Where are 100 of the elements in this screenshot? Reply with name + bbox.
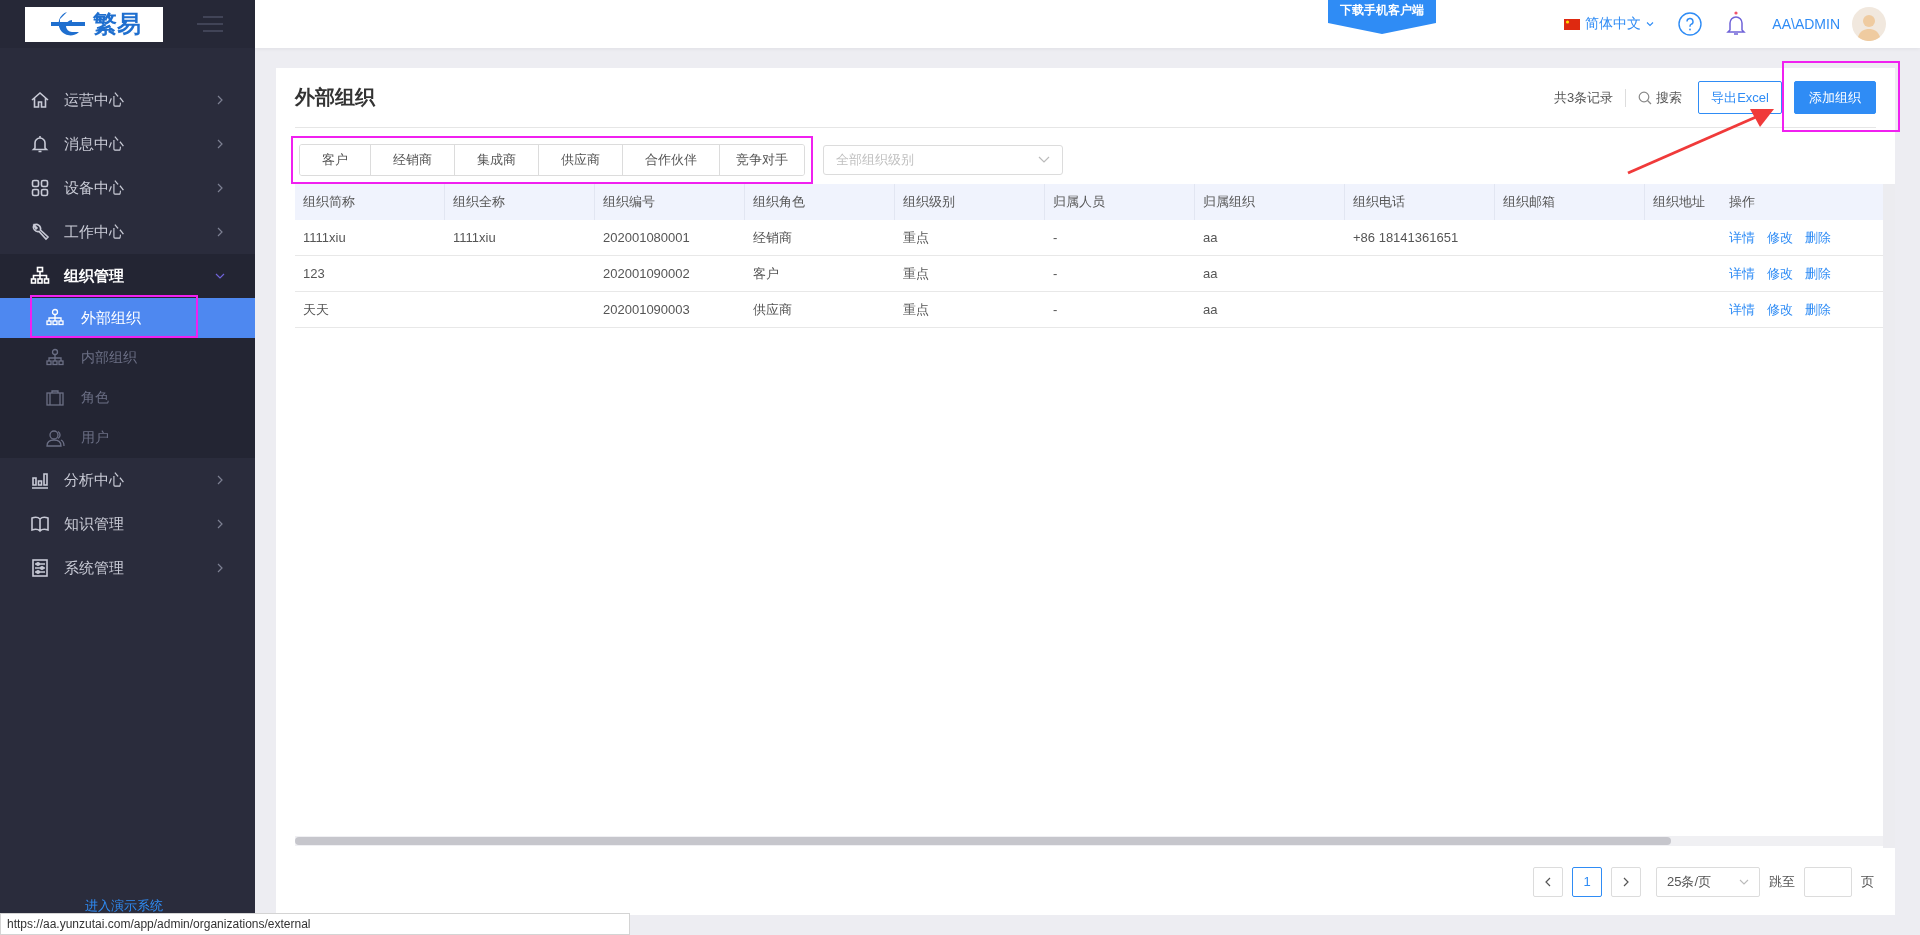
table-cell-text: aa [1202, 230, 1219, 245]
table-cell-text: 1111xiu [302, 230, 347, 245]
page-suffix: 页 [1861, 872, 1874, 891]
demo-link[interactable]: 进入演示系统 [85, 898, 163, 913]
table-cell-text: 重点 [902, 264, 930, 283]
submenu-icon [45, 388, 65, 408]
table-cell-text: 1111xiu [452, 230, 497, 245]
menu-item-icon [30, 266, 50, 286]
caret-icon [1739, 878, 1749, 885]
sidebar-item[interactable]: 设备中心 [0, 166, 255, 210]
row-action-link[interactable]: 删除 [1805, 228, 1831, 247]
table-cell-text: 客户 [752, 264, 780, 283]
record-count: 共3条记录 [1553, 88, 1614, 107]
table-cell-text: 202001080001 [602, 230, 691, 245]
submenu-icon [45, 428, 65, 448]
column-header: 组织级别 [895, 184, 1045, 220]
avatar-icon[interactable] [1852, 7, 1886, 41]
sidebar-subitem[interactable]: 用户 [0, 418, 255, 458]
search-icon [1638, 90, 1653, 105]
page-size-select[interactable]: 25条/页 [1656, 866, 1760, 897]
table-cell-text: 经销商 [752, 228, 793, 247]
chevron-icon [215, 183, 225, 193]
sidebar-item[interactable]: 分析中心 [0, 458, 255, 502]
row-action-link[interactable]: 删除 [1805, 264, 1831, 283]
search-button[interactable]: 搜索 [1638, 88, 1683, 107]
scrollbar-thumb[interactable] [295, 837, 1671, 845]
row-action-link[interactable]: 修改 [1767, 264, 1793, 283]
table-cell-text: 供应商 [752, 300, 793, 319]
page-input[interactable] [1804, 866, 1852, 897]
download-banner[interactable]: 下载手机客户端 [1328, 0, 1436, 34]
table-cell-text: - [1052, 266, 1059, 281]
chevron-icon [215, 563, 225, 573]
export-button[interactable]: 导出Excel [1698, 81, 1782, 114]
sidebar-item[interactable]: 系统管理 [0, 546, 255, 590]
chevron-right-icon [1622, 876, 1630, 887]
menu-item-icon [30, 514, 50, 534]
table-cell-text: - [1052, 230, 1059, 245]
table-cell-text: 天天 [302, 300, 330, 319]
sidebar-subitem[interactable]: 内部组织 [0, 338, 255, 378]
menu-item-icon [30, 178, 50, 198]
row-action-link[interactable]: 详情 [1729, 264, 1755, 283]
page-button[interactable]: 1 [1572, 866, 1602, 897]
jump-label: 跳至 [1769, 872, 1795, 891]
column-header: 组织邮箱 [1495, 184, 1645, 220]
chevron-icon [215, 95, 225, 105]
sidebar-item[interactable]: 工作中心 [0, 210, 255, 254]
column-header: 组织电话 [1345, 184, 1495, 220]
row-action-link[interactable]: 详情 [1729, 300, 1755, 319]
table-cell-text: aa [1202, 302, 1219, 317]
table-cell-text: 重点 [902, 300, 930, 319]
table-cell-text: 202001090002 [602, 266, 691, 281]
row-action-link[interactable]: 删除 [1805, 300, 1831, 319]
sidebar-item[interactable]: 知识管理 [0, 502, 255, 546]
flag-icon [1564, 18, 1581, 30]
filter-tab[interactable]: 客户 [300, 145, 371, 175]
column-header: 组织编号 [595, 184, 745, 220]
chevron-icon [215, 139, 225, 149]
column-header: 组织地址 [1652, 193, 1706, 211]
table-cell-text: aa [1202, 266, 1219, 281]
logo: 繁易 [25, 6, 163, 42]
row-action-link[interactable]: 详情 [1729, 228, 1755, 247]
next-page-button[interactable] [1611, 866, 1641, 897]
menu-item-icon [30, 134, 50, 154]
sidebar-item[interactable]: 消息中心 [0, 122, 255, 166]
table-cell-text: 202001090003 [602, 302, 691, 317]
row-action-link[interactable]: 修改 [1767, 300, 1793, 319]
caret-icon [1038, 156, 1050, 164]
menu-item-icon [30, 90, 50, 110]
table-cell-text: +86 18141361651 [1352, 230, 1460, 245]
table-cell-text: 重点 [902, 228, 930, 247]
status-url: https://aa.yunzutai.com/app/admin/organizations/external [0, 913, 630, 935]
caret-icon [1646, 21, 1655, 27]
menu-item-icon [30, 558, 50, 578]
sidebar-item[interactable]: 组织管理 [0, 254, 255, 298]
chevron-icon [215, 271, 225, 281]
menu-item-icon [30, 222, 50, 242]
column-header: 归属组织 [1195, 184, 1345, 220]
language-selector[interactable]: 简体中文 [1564, 15, 1655, 33]
level-select[interactable]: 全部组织级别 [823, 145, 1063, 175]
help-icon[interactable] [1678, 12, 1703, 36]
submenu-icon [45, 308, 65, 328]
column-header: 组织全称 [445, 184, 595, 220]
notification-icon[interactable] [1726, 11, 1747, 37]
table-cell-text: - [1052, 302, 1059, 317]
menu-item-icon [30, 470, 50, 490]
previous-page-button[interactable] [1533, 866, 1563, 897]
chevron-icon [215, 475, 225, 485]
sidebar-item[interactable]: 运营中心 [0, 78, 255, 122]
chevron-left-icon [1544, 876, 1552, 887]
user-name[interactable]: AA\ADMIN [1772, 16, 1840, 32]
sidebar-subitem[interactable]: 角色 [0, 378, 255, 418]
column-header: 操作 [1728, 193, 1756, 211]
row-action-link[interactable]: 修改 [1767, 228, 1793, 247]
sidebar-subitem[interactable]: 外部组织 [0, 298, 255, 338]
chevron-icon [215, 519, 225, 529]
page-title: 外部组织 [295, 85, 375, 110]
menu-icon[interactable] [197, 16, 223, 32]
table-cell-text: 123 [302, 266, 326, 281]
column-header: 组织简称 [295, 184, 445, 220]
add-button[interactable]: 添加组织 [1794, 81, 1876, 114]
